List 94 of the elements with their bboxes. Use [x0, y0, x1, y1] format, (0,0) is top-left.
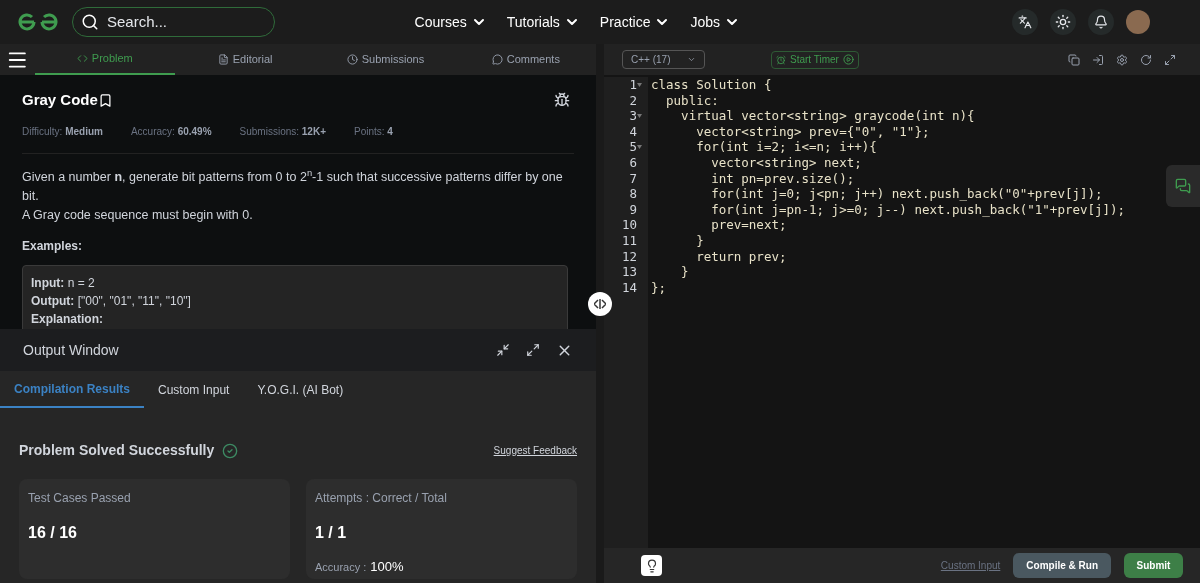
code-line: vector<string> prev={"0", "1"};: [695, 123, 931, 140]
line-number: 6: [629, 154, 637, 171]
code-line: return prev;: [695, 248, 788, 265]
code-line: class Solution {: [651, 77, 773, 93]
line-number: 11: [621, 232, 637, 249]
compile-run-button[interactable]: Compile & Run: [1013, 553, 1111, 578]
code-line: int pn=prev.size();: [710, 170, 856, 187]
code-line: public:: [665, 92, 720, 109]
output-window-title: Output Window: [23, 340, 120, 360]
minimize-icon[interactable]: [496, 343, 510, 357]
copy-icon[interactable]: [1068, 53, 1080, 66]
success-message: Problem Solved Successfully: [19, 441, 215, 460]
code-line: for(int j=pn-1; j>=0; j--) next.push_back("1"+prev[j]);: [710, 201, 1126, 218]
chat-icon: [491, 54, 503, 65]
settings-icon[interactable]: [1116, 53, 1128, 66]
example-line: Explanation:: [31, 310, 104, 328]
nav-menu[interactable]: Jobs: [690, 11, 740, 33]
fold-icon[interactable]: [637, 114, 642, 118]
clock-icon: [346, 54, 358, 65]
accuracy-label: Accuracy :: [315, 559, 367, 575]
fold-icon[interactable]: [637, 145, 642, 150]
alarm-clock-icon: [776, 54, 786, 65]
problem-meta: Difficulty: Medium: [22, 124, 103, 139]
line-number: 5: [629, 139, 637, 155]
fold-icon[interactable]: [637, 82, 642, 87]
card-value: 1 / 1: [315, 523, 348, 543]
problem-meta: Submissions: 12K+: [239, 124, 326, 139]
card-value: 16 / 16: [28, 523, 78, 543]
problem-tab[interactable]: Submissions: [315, 44, 456, 75]
line-number: 14: [621, 279, 637, 296]
submit-button[interactable]: Submit: [1124, 553, 1183, 578]
line-number: 9: [629, 201, 637, 218]
search-icon: [81, 13, 99, 31]
problem-tab[interactable]: Editorial: [174, 44, 316, 75]
expand-icon[interactable]: [526, 343, 540, 357]
description-text: Given a number n, generate bit patterns from 0 to 2$^{n}$-1 such that successive patterns differ by one bit.: [22, 167, 564, 205]
line-number: 2: [629, 92, 637, 109]
problem-meta: Accuracy: 60.49%: [130, 124, 212, 139]
example-line: Input: n = 2: [31, 274, 96, 292]
code-line: vector<string> next;: [710, 154, 863, 171]
document-icon: [217, 54, 229, 65]
avatar[interactable]: [1126, 10, 1150, 34]
chat-button[interactable]: [1166, 165, 1200, 207]
nav-menu[interactable]: Practice: [599, 11, 671, 33]
theme-icon[interactable]: [1050, 9, 1076, 35]
line-number: 1: [629, 77, 637, 93]
card-label: Attempts : Correct / Total: [315, 490, 448, 507]
bug-icon[interactable]: [554, 92, 570, 109]
problem-tab[interactable]: Problem: [34, 44, 175, 75]
example-line: Output: ["00", "01", "11", "10"]: [31, 292, 192, 310]
line-number: 10: [621, 217, 637, 233]
output-tab[interactable]: Y.O.G.I. (AI Bot): [243, 371, 358, 408]
start-timer-button[interactable]: Start Timer: [771, 50, 859, 69]
code-icon: [76, 53, 88, 64]
caret-icon: [687, 55, 696, 64]
code-line: prev=next;: [710, 217, 788, 233]
nav-menu[interactable]: Tutorials: [506, 11, 580, 33]
output-tab[interactable]: Custom Input: [144, 371, 244, 408]
fullscreen-icon[interactable]: [1164, 53, 1176, 66]
code-line: }: [695, 232, 705, 249]
language-select[interactable]: C++ (17): [622, 50, 705, 69]
code-line: }: [680, 264, 690, 280]
line-number: 12: [621, 248, 637, 265]
line-number: 13: [621, 264, 637, 280]
translate-icon[interactable]: [1012, 9, 1038, 35]
problem-title: Gray Code: [22, 90, 98, 110]
play-icon: [842, 54, 854, 65]
output-tab[interactable]: Compilation Results: [0, 371, 144, 408]
logo-icon[interactable]: [16, 11, 60, 33]
line-number: 4: [629, 123, 637, 140]
check-icon: [222, 442, 239, 459]
code-line: for(int i=2; i<=n; i++){: [695, 139, 878, 155]
line-number: 8: [629, 186, 637, 202]
accuracy-value: 100%: [370, 558, 404, 576]
nav-menu[interactable]: Courses: [414, 11, 487, 33]
bookmark-icon[interactable]: [97, 92, 113, 108]
description-text: A Gray code sequence must begin with 0.: [22, 206, 254, 224]
code-line: };: [651, 279, 668, 296]
split-arrows-icon: [594, 299, 606, 309]
hint-button[interactable]: [641, 555, 662, 576]
chat-icon: [1175, 178, 1191, 194]
examples-heading: Examples:: [22, 237, 84, 255]
bell-icon[interactable]: [1088, 9, 1114, 35]
line-number: 7: [629, 170, 637, 187]
card-label: Test Cases Passed: [28, 490, 132, 507]
problem-meta: Points: 4: [354, 124, 393, 139]
import-icon[interactable]: [1092, 53, 1104, 66]
code-line: virtual vector<string> graycode(int n){: [680, 108, 976, 124]
line-number: 3: [629, 108, 637, 124]
problem-tab[interactable]: Comments: [455, 44, 596, 75]
reset-icon[interactable]: [1140, 53, 1152, 66]
code-line: for(int j=0; j<pn; j++) next.push_back("0"+prev[j]);: [710, 186, 1104, 202]
feedback-link[interactable]: Suggest Feedback: [493, 443, 577, 458]
search-input[interactable]: Search...: [107, 10, 257, 34]
